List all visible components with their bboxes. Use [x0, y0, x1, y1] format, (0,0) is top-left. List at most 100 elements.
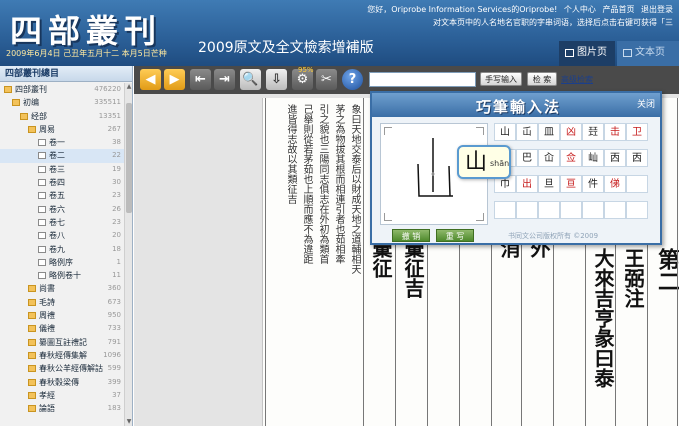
tree-item[interactable]: 卷一 38 — [0, 136, 124, 149]
tree-item[interactable]: 四部叢刊 476220 — [0, 83, 124, 96]
folder-icon — [4, 86, 12, 93]
tree-item[interactable]: 儀禮 733 — [0, 322, 124, 335]
candidate-cell[interactable]: 卫 — [626, 123, 648, 141]
candidate-cell[interactable]: 击 — [604, 123, 626, 141]
candidate-cell[interactable] — [626, 201, 648, 219]
tab-image-page[interactable]: 图片页 — [559, 41, 615, 66]
tree-item[interactable]: 卷六 26 — [0, 203, 124, 216]
candidate-cell[interactable]: 旦 — [538, 175, 560, 193]
catalog-scrollbar[interactable]: ▲ ▼ — [124, 83, 132, 426]
tree-item-label: 卷六 — [49, 204, 65, 214]
candidate-cell[interactable]: 山 — [494, 123, 516, 141]
tree-item[interactable]: 略例卷十 11 — [0, 269, 124, 282]
tree-item-label: 孝經 — [39, 390, 55, 400]
greeting-text: 您好，Oriprobe Information Services的Oriprob… — [367, 5, 558, 14]
tab-text-page[interactable]: 文本页 — [617, 41, 679, 66]
candidate-cell[interactable] — [604, 201, 626, 219]
candidate-cell[interactable]: 亘 — [560, 175, 582, 193]
scroll-thumb[interactable] — [126, 103, 132, 213]
link-personal-center[interactable]: 个人中心 — [564, 5, 596, 14]
tree-item[interactable]: 周易 267 — [0, 123, 124, 136]
tree-item-label: 卷九 — [49, 244, 65, 254]
candidate-cell[interactable]: 屾 — [582, 149, 604, 167]
tree-item[interactable]: 春秋穀梁傳 399 — [0, 376, 124, 389]
candidate-cell[interactable]: 佥 — [560, 149, 582, 167]
search-button[interactable]: 检 索 — [527, 72, 557, 86]
document-icon — [38, 245, 46, 253]
candidate-cell[interactable]: 俤 — [604, 175, 626, 193]
advanced-search-link[interactable]: 高级检索 — [561, 74, 593, 85]
candidate-cell[interactable]: 㠭 — [582, 123, 604, 141]
link-product-home[interactable]: 产品首页 — [602, 5, 634, 14]
tree-item[interactable]: 毛詩 673 — [0, 296, 124, 309]
tree-item-count: 23 — [112, 217, 121, 226]
candidate-cell[interactable] — [494, 201, 516, 219]
forward-button[interactable]: ▶ — [164, 69, 185, 90]
tree-item-count: 23 — [112, 191, 121, 200]
catalog-title: 四部叢刊總目 — [0, 66, 132, 82]
ime-close-button[interactable]: 关闭 — [637, 97, 655, 110]
tree-item[interactable]: 经部 13351 — [0, 110, 124, 123]
last-page-button[interactable]: ⇥ — [214, 69, 235, 90]
candidate-cell[interactable]: 㐁 — [626, 149, 648, 167]
folder-icon — [28, 298, 36, 306]
tree-item[interactable]: 春秋經傳集解 1096 — [0, 349, 124, 362]
candidate-cell[interactable]: 出 — [516, 175, 538, 193]
tools-button[interactable]: ✂ — [316, 69, 337, 90]
candidate-cell[interactable]: 件 — [582, 175, 604, 193]
back-button[interactable]: ◀ — [140, 69, 161, 90]
catalog-tree: 四部叢刊 476220 初编 335511 经部 13351 周易 267 卷一 38 卷二 22 卷三… — [0, 83, 124, 426]
tree-item-label: 卷七 — [49, 217, 65, 227]
candidate-cell[interactable]: 㐁 — [604, 149, 626, 167]
tree-item[interactable]: 論語 183 — [0, 402, 124, 415]
candidate-cell[interactable] — [516, 201, 538, 219]
search-input[interactable] — [369, 72, 476, 87]
tree-item[interactable]: 卷八 20 — [0, 229, 124, 242]
folder-icon — [28, 325, 36, 333]
tree-item[interactable]: 卷二 22 — [0, 149, 124, 163]
text-column: 第二 — [654, 248, 679, 292]
candidate-cell[interactable]: 屲 — [516, 123, 538, 141]
link-logout[interactable]: 退出登录 — [641, 5, 673, 14]
tree-item-label: 四部叢刊 — [15, 85, 47, 94]
document-icon — [38, 232, 46, 240]
tip-notice: 对文本页中的人名地名官职的字串词语，选择后点击右键可获得「三 — [433, 18, 673, 27]
undo-button[interactable]: 撤 销 — [392, 229, 430, 242]
zoom-button[interactable]: 🔍 — [240, 69, 261, 90]
tree-item[interactable]: 卷九 18 — [0, 243, 124, 256]
candidate-cell[interactable]: 巴 — [516, 149, 538, 167]
tree-item-count: 360 — [107, 284, 121, 293]
edition-subtitle: 2009原文及全文檢索增補版 — [198, 40, 374, 56]
tree-item[interactable]: 卷四 30 — [0, 176, 124, 189]
candidate-cell[interactable] — [538, 201, 560, 219]
tree-item[interactable]: 卷三 19 — [0, 163, 124, 176]
tree-item[interactable]: 纂圖互註禮記 791 — [0, 336, 124, 349]
document-icon — [38, 205, 46, 213]
annotation-column: 引之貌也三陽同志俱志在外初為類首 — [317, 104, 328, 264]
column-rule — [363, 98, 364, 426]
column-rule — [265, 98, 266, 426]
scroll-up-icon[interactable]: ▲ — [125, 83, 133, 91]
handwrite-input-button[interactable]: 手写输入 — [480, 72, 522, 86]
tree-item[interactable]: 孝經 37 — [0, 389, 124, 402]
tree-item[interactable]: 初编 335511 — [0, 96, 124, 109]
tree-item[interactable]: 周禮 950 — [0, 309, 124, 322]
candidate-cell[interactable]: 凶 — [560, 123, 582, 141]
tree-item[interactable]: 卷五 23 — [0, 189, 124, 202]
tree-item[interactable]: 尚書 360 — [0, 282, 124, 295]
help-button[interactable]: ? — [342, 69, 363, 90]
tools-icon: ✂ — [321, 72, 332, 87]
candidate-cell[interactable] — [626, 175, 648, 193]
candidate-cell[interactable] — [582, 201, 604, 219]
tree-item[interactable]: 卷七 23 — [0, 216, 124, 229]
candidate-cell[interactable]: 屳 — [538, 149, 560, 167]
scroll-down-icon[interactable]: ▼ — [125, 418, 133, 426]
candidate-cell[interactable] — [560, 201, 582, 219]
export-button[interactable]: ⇩ — [266, 69, 287, 90]
folder-icon — [20, 112, 28, 120]
first-page-button[interactable]: ⇤ — [190, 69, 211, 90]
tree-item[interactable]: 春秋公羊經傳解詁 599 — [0, 362, 124, 375]
candidate-cell[interactable]: 皿 — [538, 123, 560, 141]
rewrite-button[interactable]: 重 写 — [436, 229, 474, 242]
tree-item[interactable]: 略例序 1 — [0, 256, 124, 269]
